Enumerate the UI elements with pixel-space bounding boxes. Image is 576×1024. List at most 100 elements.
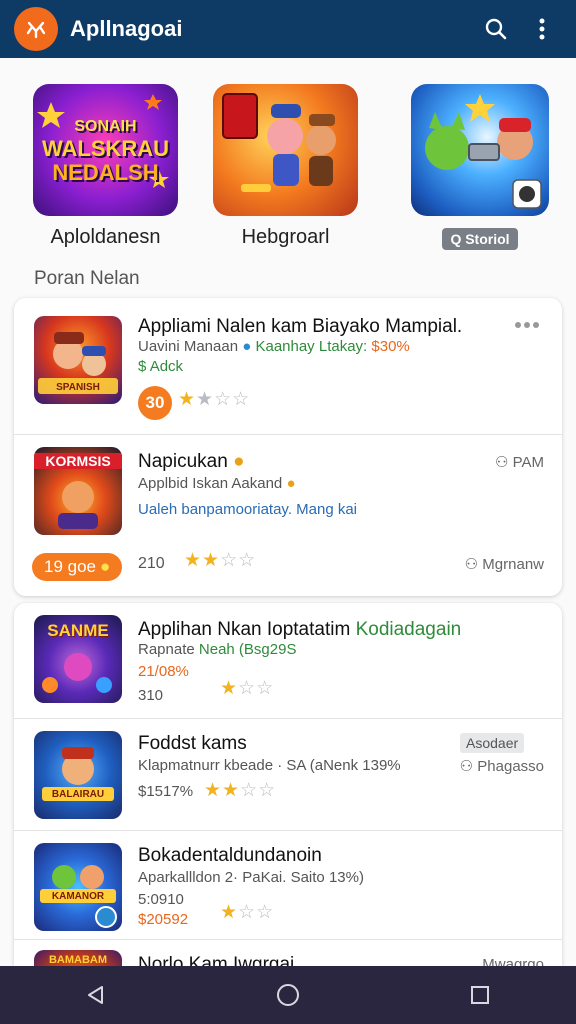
- star-icon: ★: [204, 780, 223, 801]
- featured-item-3[interactable]: Q Storiol: [411, 84, 549, 250]
- developer-icon: ⚇: [459, 758, 474, 775]
- developer-text: Phagasso: [477, 758, 544, 775]
- app-title: Napicukan ●: [138, 451, 245, 473]
- star-icon: ★: [220, 678, 239, 699]
- star-icon: ☆: [240, 780, 259, 801]
- developer-meta: ⚇ Phagasso: [460, 757, 544, 775]
- compass-logo-icon[interactable]: [14, 7, 58, 51]
- list-item[interactable]: KAMANOR Bokadentaldundanoin Aparkallldon…: [14, 831, 562, 940]
- app-thumbnail: SPANISH: [34, 316, 122, 404]
- home-circle-icon[interactable]: [258, 966, 318, 1024]
- install-count: $20592: [138, 911, 189, 928]
- developer-text: Mgrnanw: [482, 556, 544, 573]
- featured-tile-text: NEDALSH: [52, 160, 159, 185]
- subtitle-text: Uavini Manaan: [138, 338, 239, 355]
- install-count: $1517%: [138, 783, 194, 800]
- category-chip[interactable]: Asodaer: [460, 733, 525, 753]
- developer-meta: ⚇ Mgrnanw: [465, 555, 544, 573]
- app-title: Foddst kams: [138, 733, 247, 754]
- featured-item-2[interactable]: Hebgroarl: [213, 84, 358, 249]
- app-subtitle: Uavini Manaan ● Kaanhay Ltakay: $30%: [138, 338, 410, 355]
- star-icon: ☆: [256, 678, 275, 699]
- pill-text: 19 goe: [44, 557, 96, 576]
- star-icon: ☆: [256, 902, 275, 923]
- rating-stars: ★★☆☆: [178, 388, 250, 411]
- app-list-card: SPANISH Appliami Nalen kam Biayako Mampi…: [14, 298, 562, 596]
- featured-tile-text: SONAIH: [74, 118, 137, 135]
- rating-stars: ★☆☆: [220, 677, 274, 700]
- time-meta: ⚇ PAM: [495, 453, 544, 471]
- globe-icon: ●: [242, 338, 252, 355]
- featured-tile-text: WALSKRAU: [41, 136, 170, 161]
- developer-icon: ⚇: [464, 556, 479, 573]
- list-item[interactable]: BALAIRAU Foddst kams Klapmatnurr kbeade …: [14, 719, 562, 831]
- dollar-icon: $: [138, 358, 147, 375]
- subtitle-highlight: Kaanhay Ltakay:: [255, 338, 368, 355]
- subtitle-text: Applbid Iskan Aakand: [138, 475, 283, 492]
- back-triangle-icon[interactable]: [66, 966, 126, 1024]
- star-icon: ☆: [214, 389, 233, 410]
- more-horiz-icon[interactable]: [514, 316, 540, 334]
- star-icon: ☆: [238, 550, 257, 571]
- section-title: Poran Nelan: [34, 268, 140, 289]
- discount-text: $30%: [371, 338, 410, 355]
- tag-icon: ⚇: [494, 454, 509, 471]
- star-icon: ☆: [238, 902, 257, 923]
- app-thumbnail: SANME: [34, 615, 122, 703]
- rating-stars: ★★☆☆: [204, 779, 276, 802]
- install-count: 210: [138, 555, 165, 572]
- app-subtitle: Rapnate Neah (Bsg29S: [138, 641, 296, 658]
- star-icon: ★: [178, 389, 197, 410]
- app-description: Ualeh banpamooriatay. Mang kai: [138, 501, 358, 518]
- recents-square-icon[interactable]: [450, 966, 510, 1024]
- app-title: Applihan Nkan Ioptatatim Kodiadagain: [138, 619, 461, 641]
- list-item[interactable]: SANME Applihan Nkan Ioptatatim Kodiadaga…: [14, 603, 562, 719]
- subtitle-text: Rapnate: [138, 641, 195, 658]
- star-icon: ☆: [238, 678, 257, 699]
- developer-meta: Mwagrgo: [482, 956, 544, 966]
- star-icon: ★: [202, 550, 221, 571]
- app-thumbnail: KAMANOR: [34, 843, 122, 931]
- thumbnail-text: KAMANOR: [51, 891, 105, 902]
- subtitle-highlight: Neah (Bsg29S: [198, 641, 297, 658]
- app-thumbnail: BALAIRAU: [34, 731, 122, 819]
- app-title: Apllnagoai: [70, 16, 183, 41]
- rating-stars: ★☆☆: [220, 901, 274, 924]
- search-icon[interactable]: [476, 9, 516, 49]
- app-thumbnail: KORMSIS: [34, 447, 122, 535]
- featured-thumbnail[interactable]: SONAIH WALSKRAU NEDALSH: [33, 84, 178, 216]
- ad-text: Adck: [149, 358, 184, 375]
- thumbnail-text: BALAIRAU: [51, 789, 105, 800]
- app-subtitle: Klapmatnurr kbeade · SA (aNenk 139%: [138, 757, 401, 774]
- release-date: 5:0910: [138, 891, 184, 908]
- list-item[interactable]: BAMABAM Norlo Kam Iwgrgai Mwagrgo: [14, 940, 562, 966]
- app-list-card: SANME Applihan Nkan Ioptatatim Kodiadaga…: [14, 603, 562, 966]
- install-count: 310: [138, 687, 164, 704]
- coin-icon: ●: [286, 475, 296, 492]
- app-subtitle: Applbid Iskan Aakand ●: [138, 475, 296, 492]
- star-icon: ☆: [220, 550, 239, 571]
- thumbnail-text: SPANISH: [56, 382, 100, 393]
- app-thumbnail: BAMABAM: [34, 950, 122, 966]
- ad-label: $ Adck: [138, 358, 183, 375]
- star-icon: ★: [184, 550, 203, 571]
- app-subtitle: Aparkallldon 2· PaKai. Saito 13%): [138, 869, 364, 886]
- time-text: PAM: [512, 454, 544, 471]
- star-icon: ★: [196, 389, 215, 410]
- price-pill[interactable]: 19 goe ●: [32, 553, 123, 581]
- featured-thumbnail[interactable]: [213, 84, 358, 216]
- featured-label: Hebgroarl: [241, 226, 330, 248]
- system-nav-bar: [0, 966, 576, 1024]
- more-vert-icon[interactable]: [522, 9, 562, 49]
- featured-carousel: SONAIH WALSKRAU NEDALSH Aploldanesn Hebg…: [0, 84, 576, 254]
- featured-item-1[interactable]: SONAIH WALSKRAU NEDALSH Aploldanesn: [33, 84, 178, 249]
- star-icon: ☆: [232, 389, 251, 410]
- featured-label: Aploldanesn: [50, 226, 161, 248]
- app-title: Bokadentaldundanoin: [138, 845, 322, 866]
- list-item[interactable]: KORMSIS Napicukan ● Applbid Iskan Aakand…: [14, 435, 562, 596]
- list-item[interactable]: SPANISH Appliami Nalen kam Biayako Mampi…: [14, 298, 562, 435]
- app-title-text: Napicukan: [138, 451, 228, 472]
- app-title: Norlo Kam Iwgrgai: [138, 954, 295, 966]
- star-icon: ★: [222, 780, 241, 801]
- featured-thumbnail[interactable]: [411, 84, 549, 216]
